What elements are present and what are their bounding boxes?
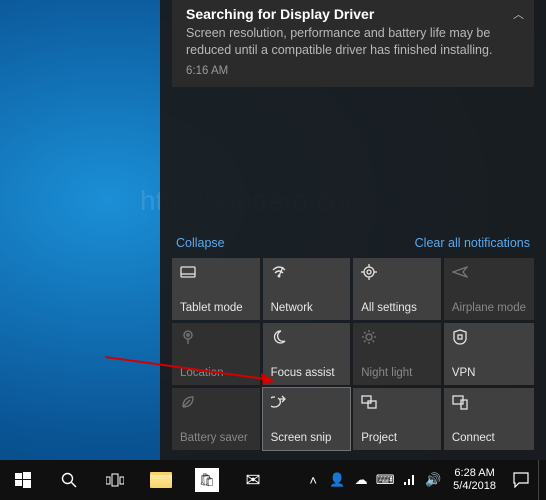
tile-label: Tablet mode — [180, 302, 252, 314]
collapse-button[interactable]: Collapse — [176, 236, 225, 250]
tile-all-settings[interactable]: All settings — [353, 258, 441, 320]
location-icon — [180, 329, 252, 345]
tile-label: Location — [180, 367, 252, 379]
mail-button[interactable]: ✉ — [230, 460, 276, 500]
clock-date: 5/4/2018 — [453, 480, 496, 493]
tile-connect[interactable]: Connect — [444, 388, 534, 450]
tile-label: Airplane mode — [452, 302, 526, 314]
tray-overflow-icon[interactable]: ˄ — [301, 460, 325, 500]
airplane-icon — [452, 264, 526, 280]
wifi-icon — [271, 264, 343, 280]
tile-screen-snip[interactable]: Screen snip — [263, 388, 351, 450]
moon-icon — [271, 329, 343, 345]
start-button[interactable] — [0, 460, 46, 500]
clock-time: 6:28 AM — [453, 467, 496, 480]
connect-icon — [452, 394, 526, 410]
task-view-button[interactable] — [92, 460, 138, 500]
sun-icon — [361, 329, 433, 345]
tile-label: Focus assist — [271, 367, 343, 379]
action-center-button[interactable] — [504, 460, 538, 500]
gear-icon — [361, 264, 433, 280]
tablet-icon — [180, 264, 252, 280]
volume-icon[interactable]: 🔊 — [421, 460, 445, 500]
tile-label: Connect — [452, 432, 526, 444]
action-center-panel: ︿ Searching for Display Driver Screen re… — [160, 0, 546, 460]
vpn-icon — [452, 329, 526, 345]
tile-network[interactable]: Network — [263, 258, 351, 320]
network-tray-icon[interactable] — [397, 460, 421, 500]
tile-project[interactable]: Project — [353, 388, 441, 450]
notification-card[interactable]: ︿ Searching for Display Driver Screen re… — [172, 0, 534, 87]
search-button[interactable] — [46, 460, 92, 500]
store-button[interactable]: 🛍 — [184, 460, 230, 500]
people-icon[interactable]: 👤 — [325, 460, 349, 500]
tile-label: VPN — [452, 367, 526, 379]
taskbar: 🛍 ✉ ˄ 👤 ☁ ⌨ 🔊 6:28 AM 5/4/2018 — [0, 460, 546, 500]
tile-location[interactable]: Location — [172, 323, 260, 385]
onedrive-icon[interactable]: ☁ — [349, 460, 373, 500]
tile-airplane[interactable]: Airplane mode — [444, 258, 534, 320]
tile-label: Battery saver — [180, 432, 252, 444]
tile-focus-assist[interactable]: Focus assist — [263, 323, 351, 385]
taskbar-clock[interactable]: 6:28 AM 5/4/2018 — [445, 467, 504, 492]
file-explorer-button[interactable] — [138, 460, 184, 500]
leaf-icon — [180, 394, 252, 410]
collapse-notification-chevron[interactable]: ︿ — [513, 6, 524, 22]
notification-body: Screen resolution, performance and batte… — [186, 25, 520, 59]
input-indicator-icon[interactable]: ⌨ — [373, 460, 397, 500]
show-desktop-button[interactable] — [538, 460, 544, 500]
tile-label: Night light — [361, 367, 433, 379]
tile-battery-saver[interactable]: Battery saver — [172, 388, 260, 450]
notification-time: 6:16 AM — [186, 65, 520, 77]
tile-vpn[interactable]: VPN — [444, 323, 534, 385]
project-icon — [361, 394, 433, 410]
notification-title: Searching for Display Driver — [186, 6, 520, 22]
tile-label: All settings — [361, 302, 433, 314]
action-center-controls: Collapse Clear all notifications — [160, 228, 546, 258]
clear-all-button[interactable]: Clear all notifications — [415, 236, 530, 250]
tile-label: Network — [271, 302, 343, 314]
snip-icon — [271, 394, 343, 410]
tile-night-light[interactable]: Night light — [353, 323, 441, 385]
quick-action-tiles: Tablet mode Network All settings Airplane m… — [160, 258, 546, 460]
tile-tablet-mode[interactable]: Tablet mode — [172, 258, 260, 320]
tile-label: Project — [361, 432, 433, 444]
tile-label: Screen snip — [271, 432, 343, 444]
